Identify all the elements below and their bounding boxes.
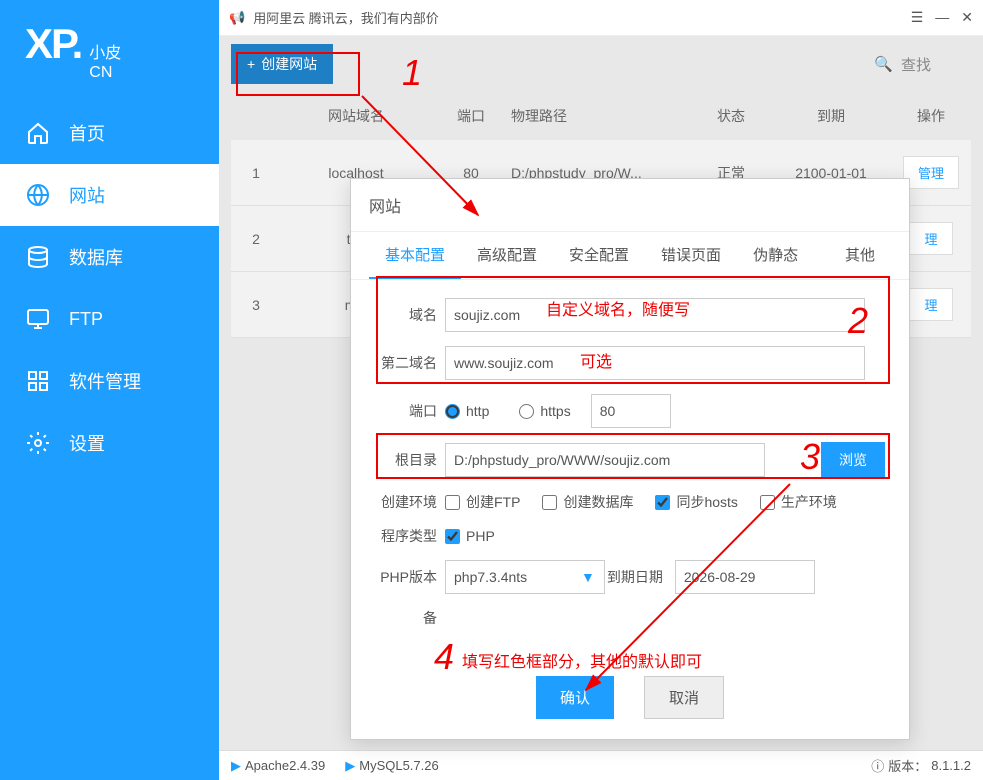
menu-button[interactable]: ☰ bbox=[911, 9, 924, 26]
play-icon: ▶ bbox=[231, 758, 241, 774]
logo-sub2: CN bbox=[89, 63, 121, 82]
sidebar-item-software[interactable]: 软件管理 bbox=[0, 350, 219, 412]
create-label: 创建网站 bbox=[261, 54, 317, 74]
plus-icon: + bbox=[247, 56, 255, 72]
titlebar: 📢 用阿里云 腾讯云，我们有内部价 ☰ — ✕ bbox=[219, 0, 983, 36]
sidebar-item-website[interactable]: 网站 bbox=[0, 164, 219, 226]
cancel-button[interactable]: 取消 bbox=[644, 676, 724, 719]
expire-label: 到期日期 bbox=[607, 567, 663, 587]
sidebar-item-home[interactable]: 首页 bbox=[0, 102, 219, 164]
grid-icon bbox=[25, 368, 51, 394]
col-status: 状态 bbox=[691, 106, 771, 126]
manage-button[interactable]: 理 bbox=[909, 222, 952, 255]
domain2-input[interactable] bbox=[445, 346, 865, 380]
tab-advanced[interactable]: 高级配置 bbox=[461, 232, 553, 279]
root-label: 根目录 bbox=[375, 450, 445, 470]
database-icon bbox=[25, 244, 51, 270]
sidebar-item-label: 数据库 bbox=[69, 244, 123, 270]
sidebar-item-label: 网站 bbox=[69, 182, 105, 208]
sidebar-item-ftp[interactable]: FTP bbox=[0, 288, 219, 350]
info-icon: ⓘ bbox=[871, 756, 884, 775]
website-modal: 网站 基本配置 高级配置 安全配置 错误页面 伪静态 其他 域名 第二域名 端口… bbox=[350, 178, 910, 740]
col-port: 端口 bbox=[431, 106, 511, 126]
modal-title: 网站 bbox=[351, 179, 909, 232]
port-input[interactable] bbox=[591, 394, 671, 428]
col-action: 操作 bbox=[891, 106, 971, 126]
col-path: 物理路径 bbox=[511, 106, 691, 126]
home-icon bbox=[25, 120, 51, 146]
env-label: 创建环境 bbox=[375, 492, 445, 512]
sidebar-item-label: FTP bbox=[69, 309, 103, 330]
play-icon: ▶ bbox=[345, 758, 355, 774]
row-index: 2 bbox=[231, 231, 281, 247]
sidebar-item-database[interactable]: 数据库 bbox=[0, 226, 219, 288]
col-domain: 网站域名 bbox=[281, 106, 431, 126]
type-label: 程序类型 bbox=[375, 526, 445, 546]
announcement-text: 用阿里云 腾讯云，我们有内部价 bbox=[253, 8, 439, 27]
create-db-check[interactable]: 创建数据库 bbox=[542, 492, 633, 512]
tab-security[interactable]: 安全配置 bbox=[553, 232, 645, 279]
sidebar-item-settings[interactable]: 设置 bbox=[0, 412, 219, 474]
port-label: 端口 bbox=[375, 401, 445, 421]
sidebar-item-label: 软件管理 bbox=[69, 368, 141, 394]
search-label: 查找 bbox=[901, 54, 931, 75]
create-website-button[interactable]: + 创建网站 bbox=[231, 44, 333, 84]
table-header: 网站域名 端口 物理路径 状态 到期 操作 bbox=[231, 92, 971, 140]
logo-sub1: 小皮 bbox=[89, 44, 121, 63]
create-ftp-check[interactable]: 创建FTP bbox=[445, 492, 520, 512]
prod-env-check[interactable]: 生产环境 bbox=[760, 492, 837, 512]
sidebar: XP. 小皮 CN 首页 网站 数据库 FTP 软件管理 设置 bbox=[0, 0, 219, 780]
browse-button[interactable]: 浏览 bbox=[821, 442, 885, 478]
manage-button[interactable]: 理 bbox=[909, 288, 952, 321]
gear-icon bbox=[25, 430, 51, 456]
modal-tabs: 基本配置 高级配置 安全配置 错误页面 伪静态 其他 bbox=[351, 232, 909, 280]
mysql-status[interactable]: ▶ MySQL5.7.26 bbox=[345, 758, 439, 774]
ftp-icon bbox=[25, 306, 51, 332]
php-check[interactable]: PHP bbox=[445, 528, 495, 544]
logo-main: XP. bbox=[25, 20, 81, 68]
sync-hosts-check[interactable]: 同步hosts bbox=[655, 492, 737, 512]
manage-button[interactable]: 管理 bbox=[903, 156, 959, 189]
https-radio[interactable]: https bbox=[519, 403, 570, 419]
phpver-select[interactable] bbox=[445, 560, 605, 594]
tab-basic[interactable]: 基本配置 bbox=[369, 232, 461, 279]
search-icon: 🔍 bbox=[874, 55, 893, 73]
confirm-button[interactable]: 确认 bbox=[536, 676, 614, 719]
domain2-label: 第二域名 bbox=[375, 353, 445, 373]
domain-input[interactable] bbox=[445, 298, 865, 332]
col-expire: 到期 bbox=[771, 106, 891, 126]
note-label: 备 bbox=[375, 608, 445, 628]
tab-other[interactable]: 其他 bbox=[829, 232, 891, 279]
phpver-label: PHP版本 bbox=[375, 567, 445, 587]
search-box[interactable]: 🔍 查找 bbox=[834, 46, 971, 83]
toolbar: + 创建网站 🔍 查找 bbox=[219, 36, 983, 92]
http-radio[interactable]: http bbox=[445, 403, 489, 419]
tab-error[interactable]: 错误页面 bbox=[645, 232, 737, 279]
apache-status[interactable]: ▶ Apache2.4.39 bbox=[231, 758, 325, 774]
expire-input[interactable] bbox=[675, 560, 815, 594]
row-index: 1 bbox=[231, 165, 281, 181]
close-button[interactable]: ✕ bbox=[961, 9, 973, 26]
logo: XP. 小皮 CN bbox=[0, 0, 219, 102]
sidebar-item-label: 首页 bbox=[69, 120, 105, 146]
sidebar-item-label: 设置 bbox=[69, 430, 105, 456]
version-info: ⓘ 版本： 8.1.1.2 bbox=[871, 756, 971, 775]
speaker-icon: 📢 bbox=[229, 10, 245, 26]
minimize-button[interactable]: — bbox=[935, 9, 949, 26]
statusbar: ▶ Apache2.4.39 ▶ MySQL5.7.26 ⓘ 版本： 8.1.1… bbox=[219, 750, 983, 780]
row-index: 3 bbox=[231, 297, 281, 313]
root-input[interactable] bbox=[445, 443, 765, 477]
tab-rewrite[interactable]: 伪静态 bbox=[737, 232, 814, 279]
globe-icon bbox=[25, 182, 51, 208]
domain-label: 域名 bbox=[375, 305, 445, 325]
